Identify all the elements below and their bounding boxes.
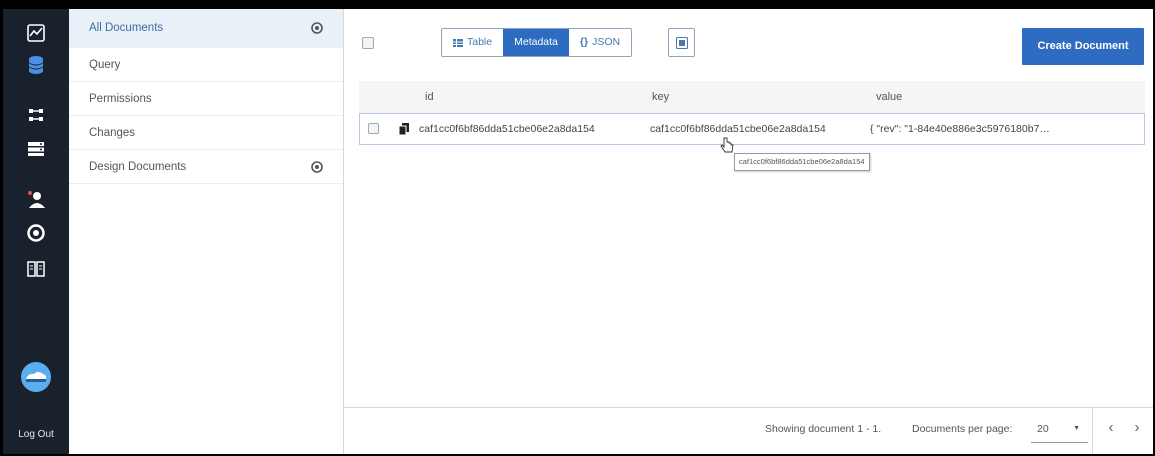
next-page-button[interactable]: › xyxy=(1128,418,1146,438)
caret-down-icon: ▼ xyxy=(1073,425,1080,432)
sidebar-item-query[interactable]: Query xyxy=(69,48,343,82)
sidebar-item-design-documents[interactable]: Design Documents xyxy=(69,150,343,184)
column-header-key[interactable]: key xyxy=(652,81,669,113)
active-tasks-icon[interactable] xyxy=(3,133,69,165)
icon-rail: Log Out xyxy=(3,9,69,454)
per-page-value: 20 xyxy=(1037,423,1049,435)
sidebar-item-label: Query xyxy=(89,59,121,71)
view-mode-toggle: Table Metadata {} JSON xyxy=(441,28,633,57)
key-tooltip: caf1cc0f6bf86dda51cbe06e2a8da154 xyxy=(734,153,870,171)
database-sidebar: All Documents Query Permissions Changes … xyxy=(69,9,344,454)
sidebar-item-label: Permissions xyxy=(89,93,152,105)
replication-icon[interactable] xyxy=(3,99,69,131)
cell-key[interactable]: caf1cc0f6bf86dda51cbe06e2a8da154 xyxy=(650,114,826,144)
json-view-label: JSON xyxy=(592,36,621,48)
cell-value[interactable]: { "rev": "1-84e40e886e3c5976180b7… xyxy=(870,114,1050,144)
documentation-icon[interactable] xyxy=(3,253,69,285)
cell-id[interactable]: caf1cc0f6bf86dda51cbe06e2a8da154 xyxy=(419,114,595,144)
table-view-button[interactable]: Table xyxy=(442,29,503,56)
documents-toolbar: Table Metadata {} JSON Create Document xyxy=(344,9,1153,81)
sidebar-item-label: All Documents xyxy=(89,22,164,34)
metadata-view-button[interactable]: Metadata xyxy=(503,29,569,56)
expand-collapse-button[interactable] xyxy=(668,28,695,57)
row-checkbox[interactable] xyxy=(368,123,379,134)
create-document-button[interactable]: Create Document xyxy=(1022,28,1144,65)
documents-panel: Table Metadata {} JSON Create Document i… xyxy=(344,9,1153,454)
add-circle-icon[interactable] xyxy=(311,22,323,34)
table-header: id key value xyxy=(359,81,1145,113)
column-header-id[interactable]: id xyxy=(425,81,434,113)
add-circle-icon[interactable] xyxy=(311,160,323,173)
table-icon xyxy=(453,38,463,47)
table-row[interactable]: caf1cc0f6bf86dda51cbe06e2a8da154 caf1cc0… xyxy=(359,113,1145,145)
per-page-select[interactable]: 20 ▼ xyxy=(1031,415,1088,443)
json-braces-icon: {} xyxy=(579,36,589,48)
previous-page-button[interactable]: ‹ xyxy=(1102,418,1120,438)
select-all-checkbox[interactable] xyxy=(362,37,374,49)
json-view-button[interactable]: {} JSON xyxy=(569,29,631,56)
monitoring-chart-icon[interactable] xyxy=(3,17,69,49)
showing-count: Showing document 1 - 1. xyxy=(765,423,882,435)
database-icon[interactable] xyxy=(3,49,69,81)
logout-link[interactable]: Log Out xyxy=(3,429,69,440)
hand-pointer-icon xyxy=(720,137,734,153)
sidebar-item-changes[interactable]: Changes xyxy=(69,116,343,150)
collapse-icon xyxy=(675,36,688,49)
sidebar-item-label: Design Documents xyxy=(89,161,187,173)
user-account-icon[interactable] xyxy=(3,183,69,215)
pagination-footer: Showing document 1 - 1. Documents per pa… xyxy=(344,407,1153,454)
per-page-label: Documents per page: xyxy=(912,423,1013,435)
sidebar-item-label: Changes xyxy=(89,127,136,139)
copy-icon[interactable] xyxy=(399,123,409,135)
app-window: Log Out All Documents Query Permissions … xyxy=(3,9,1153,454)
metadata-view-label: Metadata xyxy=(514,36,558,48)
sidebar-item-all-documents[interactable]: All Documents xyxy=(69,9,343,48)
support-icon[interactable] xyxy=(3,217,69,249)
column-header-value[interactable]: value xyxy=(876,81,902,113)
pager-divider xyxy=(1092,408,1093,454)
sidebar-item-permissions[interactable]: Permissions xyxy=(69,82,343,116)
table-view-label: Table xyxy=(467,36,493,48)
cloudant-logo-icon[interactable] xyxy=(21,362,51,392)
documents-table: id key value caf1cc0f6bf86dda51cbe06e2a8… xyxy=(359,81,1145,145)
